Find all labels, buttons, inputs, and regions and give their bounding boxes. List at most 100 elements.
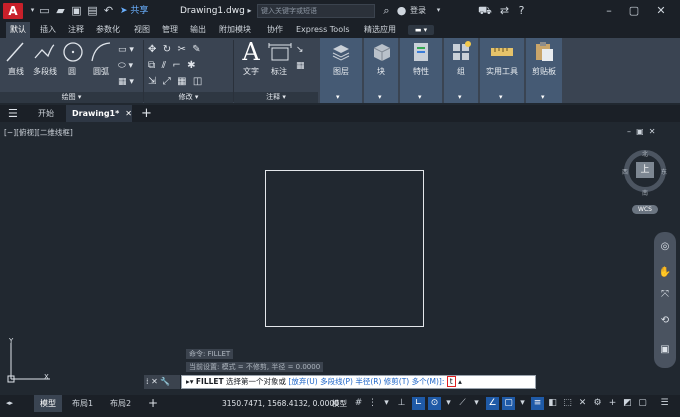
open-folder-icon[interactable]: ▰ bbox=[54, 4, 67, 17]
search-input[interactable]: 键入关键字或短语 bbox=[257, 4, 375, 18]
arc-icon[interactable] bbox=[89, 40, 113, 64]
showmotion-icon[interactable]: ▣ bbox=[658, 343, 672, 357]
text-icon[interactable]: A bbox=[240, 38, 262, 66]
line-button[interactable]: 直线 bbox=[4, 66, 28, 77]
clean-screen-icon[interactable]: ▢ bbox=[636, 397, 649, 410]
maximize-button[interactable]: ▢ bbox=[625, 2, 643, 20]
object-snap-menu-icon[interactable]: ▾ bbox=[516, 397, 529, 410]
circle-button[interactable]: 圆 bbox=[62, 66, 82, 77]
annotation-panel-title[interactable]: 注释 ▾ bbox=[234, 92, 318, 103]
layout-nav-arrows[interactable]: ◂▸ bbox=[6, 397, 13, 410]
close-tab-icon[interactable]: ✕ bbox=[125, 109, 132, 118]
tab-express-tools[interactable]: Express Tools bbox=[292, 22, 354, 38]
polyline-button[interactable]: 多段线 bbox=[30, 66, 60, 77]
object-snap-tracking-icon[interactable]: ∠ bbox=[486, 397, 499, 410]
fillet-icon[interactable]: ⌐ bbox=[172, 60, 180, 71]
new-file-icon[interactable]: ▭ bbox=[38, 4, 51, 17]
snap-icon[interactable]: ⋮ bbox=[366, 397, 379, 410]
pan-icon[interactable]: ✋ bbox=[658, 266, 672, 280]
selection-cycling-icon[interactable]: ⬚ bbox=[561, 397, 574, 410]
tab-view[interactable]: 视图 bbox=[130, 22, 154, 38]
tab-insert[interactable]: 插入 bbox=[36, 22, 60, 38]
arc-button[interactable]: 圆弧 bbox=[88, 66, 114, 77]
drag-handle-icon[interactable]: ⁞ bbox=[146, 377, 149, 386]
circle-icon[interactable] bbox=[61, 40, 85, 64]
table-icon[interactable]: ▦ bbox=[296, 58, 316, 74]
zoom-extents-icon[interactable]: ⤧ bbox=[658, 288, 672, 302]
isolate-objects-icon[interactable]: ◩ bbox=[621, 397, 634, 410]
erase-icon[interactable]: ✎ bbox=[192, 44, 200, 55]
dimension-button[interactable]: 标注 bbox=[266, 66, 292, 77]
new-tab-button[interactable]: + bbox=[141, 105, 152, 122]
wcs-menu[interactable]: WCS bbox=[632, 205, 658, 214]
isodraft-icon[interactable]: ⟋ bbox=[456, 397, 469, 410]
tab-collaborate[interactable]: 协作 bbox=[263, 22, 287, 38]
command-history-arrow-icon[interactable]: ▴ bbox=[458, 377, 462, 386]
tab-layout2[interactable]: 布局2 bbox=[104, 395, 137, 412]
compass-south[interactable]: 南 bbox=[642, 188, 648, 197]
scale-icon[interactable]: ⤢ bbox=[163, 76, 171, 87]
explode-icon[interactable]: ✱ bbox=[187, 60, 195, 71]
tab-featured-apps[interactable]: 精选应用 bbox=[360, 22, 400, 38]
command-options[interactable]: [放弃(U) 多段线(P) 半径(R) 修剪(T) 多个(M)]: bbox=[288, 377, 444, 386]
tab-model[interactable]: 模型 bbox=[34, 395, 62, 412]
steering-wheel-icon[interactable]: ◎ bbox=[658, 240, 672, 254]
share-button[interactable]: ➤ 共享 bbox=[120, 3, 148, 19]
layers-chevron-icon[interactable]: ▾ bbox=[336, 93, 340, 101]
command-typed-input[interactable]: t bbox=[446, 376, 456, 387]
tab-default[interactable]: 默认 bbox=[6, 22, 30, 38]
block-chevron-icon[interactable]: ▾ bbox=[378, 93, 382, 101]
viewcube-top-face[interactable]: 上 bbox=[636, 162, 654, 178]
snap-menu-icon[interactable]: ▾ bbox=[380, 397, 393, 410]
mirror-icon[interactable]: ⫽ bbox=[162, 60, 166, 71]
exchange-icon[interactable]: ⇄ bbox=[498, 4, 511, 17]
customization-menu-icon[interactable]: ☰ bbox=[658, 397, 671, 410]
menu-icon[interactable]: ☰ bbox=[8, 105, 18, 122]
add-layout-button[interactable]: + bbox=[148, 395, 158, 412]
tab-parametric[interactable]: 参数化 bbox=[92, 22, 124, 38]
tab-start[interactable]: 开始 bbox=[32, 105, 60, 122]
group-chevron-icon[interactable]: ▾ bbox=[458, 93, 462, 101]
cursor-coordinates[interactable]: 3150.7471, 1568.4132, 0.0000 bbox=[222, 397, 339, 411]
text-button[interactable]: 文字 bbox=[240, 66, 262, 77]
hatch-icon[interactable]: ▦ ▾ bbox=[118, 74, 140, 90]
tab-drawing1[interactable]: Drawing1* ✕ bbox=[66, 105, 132, 122]
stretch-icon[interactable]: ⇲ bbox=[148, 76, 156, 87]
leader-icon[interactable]: ↘ bbox=[296, 42, 316, 58]
move-icon[interactable]: ✥ bbox=[148, 44, 156, 55]
tab-output[interactable]: 输出 bbox=[186, 22, 210, 38]
compass-west[interactable]: 西 bbox=[622, 167, 628, 176]
isodraft-menu-icon[interactable]: ▾ bbox=[470, 397, 483, 410]
viewport-window-controls[interactable]: – ▣ ✕ bbox=[627, 127, 655, 136]
polar-menu-icon[interactable]: ▾ bbox=[442, 397, 455, 410]
customize-icon[interactable]: 🔧 bbox=[160, 377, 170, 386]
modify-panel-title[interactable]: 修改 ▾ bbox=[144, 92, 233, 103]
transparency-icon[interactable]: ◧ bbox=[546, 397, 559, 410]
cart-icon[interactable]: ⛟ bbox=[478, 4, 492, 17]
lineweight-icon[interactable]: ≡ bbox=[531, 397, 544, 410]
tab-manage[interactable]: 管理 bbox=[158, 22, 182, 38]
app-logo[interactable]: A bbox=[3, 3, 23, 19]
search-icon[interactable]: ⌕ bbox=[380, 4, 393, 17]
compass-east[interactable]: 东 bbox=[661, 167, 667, 176]
minimize-button[interactable]: – bbox=[600, 2, 618, 20]
copy-icon[interactable]: ⧉ bbox=[148, 60, 155, 71]
tab-addins[interactable]: 附加模块 bbox=[215, 22, 255, 38]
dimension-icon[interactable] bbox=[267, 42, 293, 64]
login-button[interactable]: 登录 bbox=[410, 3, 426, 19]
save-as-icon[interactable]: ▤ bbox=[86, 4, 99, 17]
ellipse-icon[interactable]: ⬭ ▾ bbox=[118, 58, 140, 74]
undo-icon[interactable]: ↶ bbox=[102, 4, 115, 17]
command-line-input[interactable]: ▸▾ FILLET 选择第一个对象或 [放弃(U) 多段线(P) 半径(R) 修… bbox=[181, 375, 536, 389]
tab-layout1[interactable]: 布局1 bbox=[66, 395, 99, 412]
rotate-icon[interactable]: ↻ bbox=[163, 44, 171, 55]
orbit-icon[interactable]: ⟲ bbox=[658, 314, 672, 328]
command-prompt-arrow-icon[interactable]: ▸▾ bbox=[186, 377, 194, 386]
login-chevron-icon[interactable]: ▾ bbox=[432, 4, 445, 17]
utilities-chevron-icon[interactable]: ▾ bbox=[499, 93, 503, 101]
model-space-toggle[interactable]: 模型 bbox=[332, 397, 347, 411]
workspace-icon[interactable]: ⚙ bbox=[591, 397, 604, 410]
units-icon[interactable]: + bbox=[606, 397, 619, 410]
clipboard-chevron-icon[interactable]: ▾ bbox=[541, 93, 545, 101]
tab-annotate[interactable]: 注释 bbox=[64, 22, 88, 38]
